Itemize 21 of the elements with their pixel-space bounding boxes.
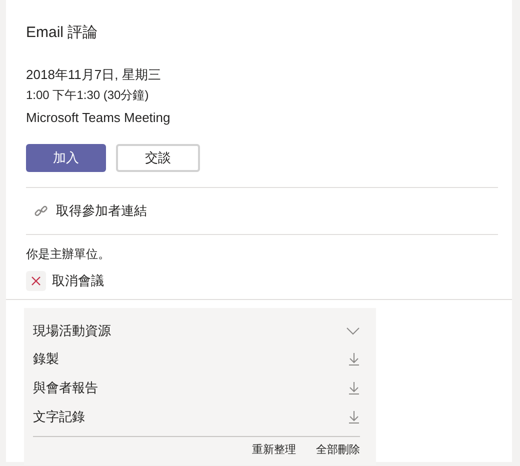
download-icon[interactable] xyxy=(348,352,360,366)
delete-all-button[interactable]: 全部刪除 xyxy=(316,442,360,458)
resource-item: 文字記錄 xyxy=(33,408,85,426)
resources-title: 現場活動資源 xyxy=(33,322,111,340)
meeting-location: Microsoft Teams Meeting xyxy=(26,108,172,127)
download-icon[interactable] xyxy=(348,410,360,424)
resource-item: 與會者報告 xyxy=(33,378,98,397)
chat-button[interactable]: 交談 xyxy=(116,144,200,172)
chevron-icon[interactable] xyxy=(346,327,360,335)
refresh-button[interactable]: 重新整理 xyxy=(252,442,296,458)
organizer-note: 你是主辦單位。 xyxy=(26,246,111,263)
cancel-meeting[interactable]: 取消會議 xyxy=(52,271,104,291)
attendee-link[interactable]: 取得參加者連結 xyxy=(56,201,147,221)
link-icon xyxy=(34,204,48,218)
download-icon[interactable] xyxy=(348,380,360,394)
join-button[interactable]: 加入 xyxy=(26,144,106,172)
cancel-icon[interactable] xyxy=(26,271,46,291)
meeting-time: 1:00 下午1:30 (30分鐘) xyxy=(26,86,150,104)
resource-item: 錄製 xyxy=(33,350,59,368)
meeting-date: 2018年11月7日, 星期三 xyxy=(26,66,162,84)
meeting-title: Email 評論 xyxy=(26,23,99,42)
